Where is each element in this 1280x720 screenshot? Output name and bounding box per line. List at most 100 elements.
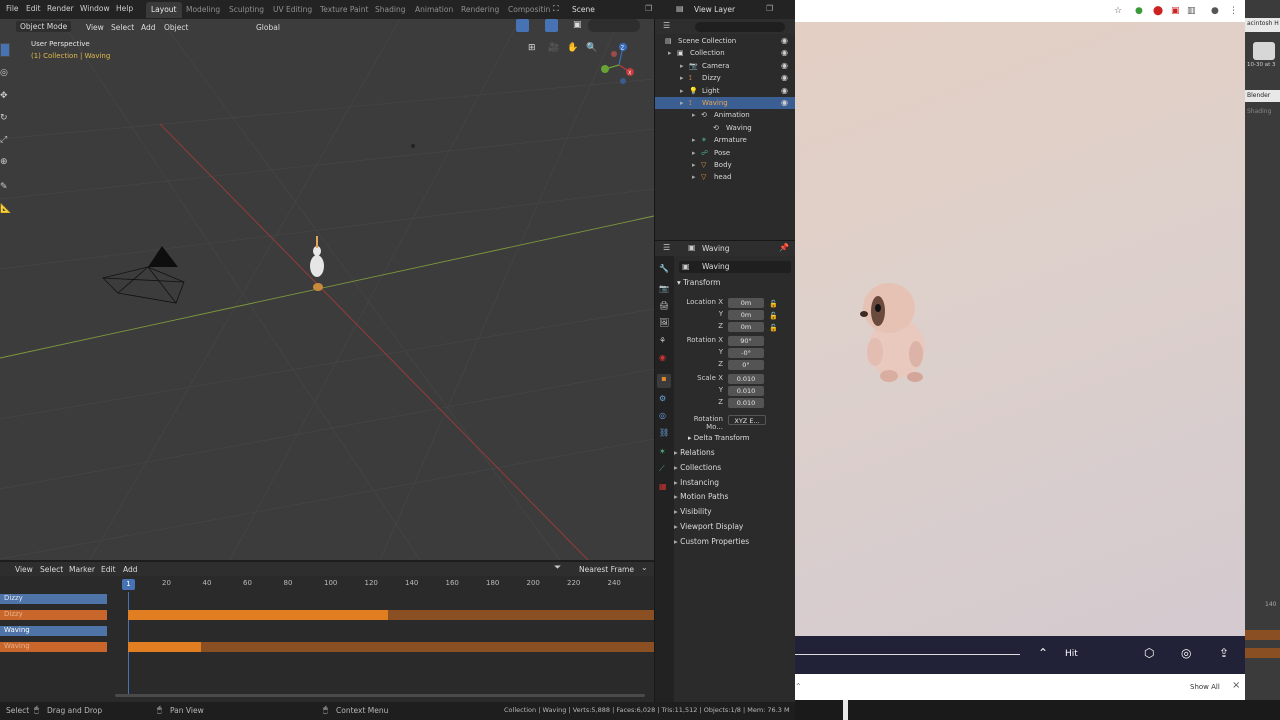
- zoom-icon[interactable]: 🔍: [586, 43, 597, 53]
- view-layer-tab-icon[interactable]: 🖼: [659, 318, 669, 327]
- output-tab-icon[interactable]: 🖨: [659, 301, 669, 310]
- track-dizzy-action[interactable]: Dizzy: [0, 610, 107, 620]
- bookmark-star-icon[interactable]: ☆: [1114, 6, 1122, 16]
- transform-panel-header[interactable]: ▾ Transform: [677, 278, 720, 287]
- menu-help[interactable]: Help: [116, 4, 133, 13]
- extension-red-icon[interactable]: ▣: [1171, 6, 1180, 16]
- 3d-viewport[interactable]: ◎ ✥ ↻ ⤢ ⊕ ✎ 📐 User Perspective (1) Colle…: [0, 19, 654, 560]
- close-download-bar-icon[interactable]: ×: [1232, 680, 1240, 691]
- move-tool-icon[interactable]: ✥: [0, 91, 8, 101]
- scale-x-field[interactable]: 0.010: [728, 374, 764, 384]
- outliner-row[interactable]: ▸ ▣ Collection ◉: [655, 47, 796, 59]
- camera-view-icon[interactable]: 🎥: [548, 43, 559, 53]
- orientation-dropdown[interactable]: Global: [256, 21, 280, 34]
- expand-arrow-icon[interactable]: ▸: [692, 147, 696, 159]
- timeline-menu-marker[interactable]: Marker: [69, 563, 95, 576]
- rotation-z-field[interactable]: 0°: [728, 360, 764, 370]
- timeline-menu-add[interactable]: Add: [123, 563, 138, 576]
- scene-name[interactable]: Scene: [572, 5, 595, 14]
- tab-sculpting[interactable]: Sculpting: [224, 2, 269, 18]
- rotation-x-field[interactable]: 90°: [728, 336, 764, 346]
- viewport-menu-object[interactable]: Object: [164, 21, 188, 34]
- expand-arrow-icon[interactable]: ▸: [680, 85, 684, 97]
- panel-instancing[interactable]: ▸ Instancing: [674, 476, 795, 490]
- location-x-field[interactable]: 0m: [728, 298, 764, 308]
- outliner-row[interactable]: ▸ ▽ Body: [655, 159, 796, 171]
- object-tab-icon[interactable]: ▪: [657, 374, 671, 388]
- bone-tab-icon[interactable]: ⟋: [659, 464, 665, 474]
- eye-icon[interactable]: ◉: [781, 47, 788, 59]
- outliner-row[interactable]: ▸ ☍ Pose: [655, 147, 796, 159]
- panel-viewport-display[interactable]: ▸ Viewport Display: [674, 520, 795, 534]
- waving-strip[interactable]: [128, 642, 201, 652]
- outliner-row[interactable]: ▸ ⟲ Animation: [655, 109, 796, 121]
- ar-view-icon[interactable]: ◎: [1181, 646, 1191, 660]
- menu-render[interactable]: Render: [47, 4, 74, 13]
- outliner-row[interactable]: ⟲ Waving: [655, 122, 796, 134]
- timeline-scrollbar[interactable]: [115, 694, 645, 697]
- menu-file[interactable]: File: [6, 4, 19, 13]
- expand-arrow-icon[interactable]: ▸: [668, 47, 672, 59]
- shading-buttons[interactable]: [588, 19, 640, 32]
- viewport-menu-select[interactable]: Select: [111, 21, 134, 34]
- cursor-tool-icon[interactable]: ◎: [0, 68, 8, 78]
- view-layer-name[interactable]: View Layer: [694, 5, 735, 14]
- measure-tool-icon[interactable]: 📐: [0, 204, 11, 214]
- outliner-row[interactable]: ▸ ⟟ Dizzy ◉: [655, 72, 796, 84]
- overlay-toggle-button[interactable]: [545, 19, 558, 32]
- panel-relations[interactable]: ▸ Relations: [674, 446, 795, 460]
- download-chevron-icon[interactable]: ⌃: [795, 682, 802, 691]
- delta-transform-panel[interactable]: ▸ Delta Transform: [688, 434, 749, 442]
- rotate-tool-icon[interactable]: ↻: [0, 113, 8, 123]
- chevron-up-icon[interactable]: ⌃: [1038, 646, 1048, 660]
- outliner-editor-icon[interactable]: ☰: [663, 21, 670, 30]
- extension-icon[interactable]: ●: [1135, 6, 1143, 16]
- browser-menu-icon[interactable]: ⋮: [1229, 6, 1238, 16]
- track-dizzy-group[interactable]: Dizzy: [0, 594, 107, 604]
- outliner-row[interactable]: ▸ ▽ head: [655, 171, 796, 183]
- render-tab-icon[interactable]: 📷: [659, 284, 669, 293]
- world-tab-icon[interactable]: ◉: [659, 353, 666, 362]
- tab-layout[interactable]: Layout: [146, 2, 182, 18]
- timeline-menu-edit[interactable]: Edit: [101, 563, 116, 576]
- new-scene-icon[interactable]: ❐: [645, 4, 652, 13]
- timeline-menu-view[interactable]: View: [15, 563, 33, 576]
- scale-y-field[interactable]: 0.010: [728, 386, 764, 396]
- properties-editor-icon[interactable]: ☰: [663, 243, 670, 252]
- panel-custom-properties[interactable]: ▸ Custom Properties: [674, 535, 795, 549]
- tab-compositing[interactable]: Compositin: [503, 2, 555, 18]
- rotation-mode-dropdown[interactable]: XYZ E...: [728, 415, 766, 425]
- eye-icon[interactable]: ◉: [781, 72, 788, 84]
- outliner-search-input[interactable]: [695, 22, 785, 32]
- share-icon[interactable]: ⇪: [1219, 646, 1229, 660]
- expand-arrow-icon[interactable]: ▸: [680, 60, 684, 72]
- expand-arrow-icon[interactable]: ▸: [692, 171, 696, 183]
- panel-collections[interactable]: ▸ Collections: [674, 461, 795, 475]
- track-waving-group[interactable]: Waving: [0, 626, 107, 636]
- outliner-row[interactable]: ▸ ✶ Armature: [655, 134, 796, 146]
- annotate-tool-icon[interactable]: ✎: [0, 182, 8, 192]
- outliner-row[interactable]: ▸ ⟟ Waving ◉: [655, 97, 796, 110]
- gizmo-toggle-button[interactable]: [516, 19, 529, 32]
- location-z-field[interactable]: 0m: [728, 322, 764, 332]
- expand-arrow-icon[interactable]: ▸: [692, 159, 696, 171]
- scale-z-field[interactable]: 0.010: [728, 398, 764, 408]
- panel-visibility[interactable]: ▸ Visibility: [674, 505, 795, 519]
- pin-icon[interactable]: 📌: [779, 243, 789, 252]
- constraints-tab-icon[interactable]: ⛓: [659, 428, 669, 437]
- data-tab-icon[interactable]: ✶: [659, 447, 666, 456]
- tool-select-box[interactable]: [0, 43, 10, 57]
- hand-pan-icon[interactable]: ✋: [567, 43, 578, 53]
- tool-tab-icon[interactable]: 🔧: [659, 264, 669, 273]
- object-mode-dropdown[interactable]: Object Mode: [16, 21, 72, 32]
- viewport-menu-view[interactable]: View: [86, 21, 104, 34]
- menu-edit[interactable]: Edit: [26, 4, 41, 13]
- location-y-field[interactable]: 0m: [728, 310, 764, 320]
- eye-icon[interactable]: ◉: [781, 85, 788, 97]
- new-view-layer-icon[interactable]: ❐: [766, 4, 773, 13]
- tab-shading[interactable]: Shading: [370, 2, 410, 18]
- scale-tool-icon[interactable]: ⤢: [0, 135, 7, 145]
- eye-icon[interactable]: ◉: [781, 60, 788, 72]
- dizzy-strip[interactable]: [128, 610, 388, 620]
- expand-arrow-icon[interactable]: ▸: [680, 72, 684, 84]
